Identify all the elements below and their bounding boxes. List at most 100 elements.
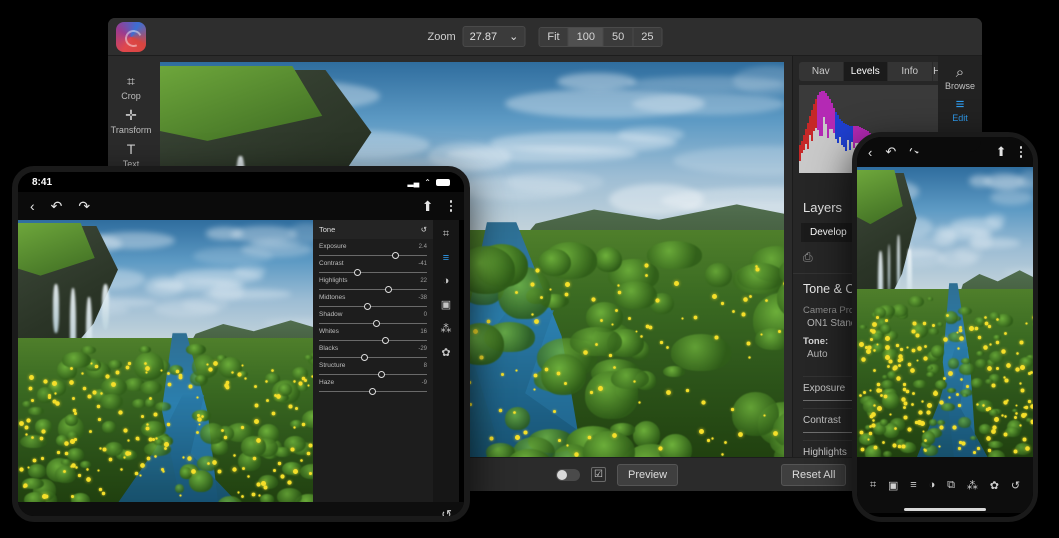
photo-element bbox=[1005, 427, 1020, 437]
photo-element bbox=[748, 355, 751, 359]
reset-icon[interactable]: ↺ bbox=[441, 507, 452, 516]
preview-toggle[interactable] bbox=[556, 468, 580, 481]
slider-knob[interactable] bbox=[361, 353, 369, 361]
share-icon[interactable]: ⬆ bbox=[996, 144, 1007, 160]
crop-icon[interactable]: ⌗ bbox=[443, 228, 449, 241]
slider-label: Midtones bbox=[319, 294, 346, 301]
tablet-photo[interactable] bbox=[18, 220, 313, 502]
photo-element bbox=[975, 359, 987, 369]
tablet-body: Tone ↺ Exposure 2.4 Contrast -41 Highlig… bbox=[18, 220, 464, 502]
slider-knob[interactable] bbox=[381, 336, 389, 344]
tablet-slider-haze[interactable]: Haze -9 bbox=[313, 375, 433, 395]
undo-icon[interactable]: ↶ bbox=[51, 198, 63, 215]
tab-info[interactable]: Info bbox=[888, 62, 933, 81]
redo-icon[interactable]: ↷ bbox=[78, 198, 90, 215]
tab-develop[interactable]: Develop bbox=[801, 223, 857, 242]
sliders-icon[interactable]: ≡ bbox=[910, 479, 916, 491]
tab-nav[interactable]: Nav bbox=[799, 62, 844, 81]
photo-element bbox=[175, 483, 185, 493]
kebab-menu-icon[interactable] bbox=[1019, 146, 1022, 158]
slider-knob[interactable] bbox=[353, 268, 361, 276]
camera-icon[interactable]: ▣ bbox=[441, 298, 451, 311]
photo-element bbox=[884, 394, 888, 398]
layers-icon[interactable]: ⧉ bbox=[947, 479, 955, 492]
gear-icon[interactable]: ✿ bbox=[990, 479, 999, 492]
slider-track[interactable] bbox=[319, 285, 427, 293]
photo-element bbox=[884, 344, 890, 350]
photo-element bbox=[506, 171, 604, 193]
tablet-slider-shadow[interactable]: Shadow 0 bbox=[313, 307, 433, 327]
back-icon[interactable]: ‹ bbox=[868, 145, 872, 160]
photo-element bbox=[88, 430, 92, 433]
photo-element bbox=[260, 493, 275, 502]
home-indicator bbox=[904, 508, 986, 511]
contrast-icon[interactable]: ◑ bbox=[443, 275, 450, 287]
tablet-slider-exposure[interactable]: Exposure 2.4 bbox=[313, 239, 433, 259]
edit-button[interactable]: ≡ Edit bbox=[952, 96, 968, 123]
crop-icon[interactable]: ⌗ bbox=[870, 479, 876, 492]
tool-transform[interactable]: ✛ Transform bbox=[108, 106, 154, 137]
gear-icon[interactable]: ✿ bbox=[441, 346, 450, 359]
photo-element bbox=[28, 386, 33, 391]
checkbox-checked-icon[interactable]: ☑ bbox=[591, 467, 606, 482]
retouch-icon[interactable]: ⁂ bbox=[441, 322, 452, 335]
slider-track[interactable] bbox=[319, 387, 427, 395]
photo-element bbox=[976, 447, 980, 451]
photo-element bbox=[86, 468, 89, 471]
photo-element bbox=[208, 367, 213, 372]
tablet-slider-structure[interactable]: Structure 8 bbox=[313, 358, 433, 378]
photo-element bbox=[736, 262, 784, 290]
slider-track[interactable] bbox=[319, 319, 427, 327]
slider-track[interactable] bbox=[319, 251, 427, 259]
photo-element bbox=[533, 319, 539, 324]
photo-element bbox=[64, 441, 69, 446]
contrast-icon[interactable]: ◑ bbox=[929, 479, 936, 491]
photo-element bbox=[167, 382, 172, 386]
reset-icon[interactable]: ↺ bbox=[1011, 479, 1020, 492]
slider-knob[interactable] bbox=[364, 302, 372, 310]
slider-knob[interactable] bbox=[368, 387, 376, 395]
slider-knob[interactable] bbox=[373, 319, 380, 327]
photo-element bbox=[927, 402, 933, 408]
tablet-slider-blacks[interactable]: Blacks -29 bbox=[313, 341, 433, 361]
photo-element bbox=[948, 371, 954, 376]
auto-icon[interactable]: ▣ bbox=[888, 479, 898, 492]
zoom-100-button[interactable]: 100 bbox=[568, 27, 604, 46]
tablet-slider-contrast[interactable]: Contrast -41 bbox=[313, 256, 433, 276]
photo-element bbox=[995, 318, 999, 321]
tablet-slider-midtones[interactable]: Midtones -38 bbox=[313, 290, 433, 310]
slider-track[interactable] bbox=[319, 336, 427, 344]
phone-photo[interactable] bbox=[857, 167, 1033, 457]
photo-element bbox=[755, 267, 760, 272]
reset-all-button[interactable]: Reset All bbox=[781, 463, 847, 486]
tab-levels[interactable]: Levels bbox=[843, 62, 888, 81]
slider-knob[interactable] bbox=[392, 251, 400, 259]
slider-track[interactable] bbox=[319, 302, 427, 310]
slider-track[interactable] bbox=[319, 370, 427, 378]
zoom-25-button[interactable]: 25 bbox=[633, 27, 662, 46]
photo-element bbox=[720, 301, 724, 305]
zoom-fit-button[interactable]: Fit bbox=[539, 27, 569, 46]
photo-element bbox=[19, 421, 24, 426]
slider-knob[interactable] bbox=[378, 370, 386, 378]
photo-element bbox=[237, 371, 242, 377]
reset-icon[interactable]: ↺ bbox=[421, 225, 427, 234]
slider-knob[interactable] bbox=[384, 285, 392, 293]
slider-track[interactable] bbox=[319, 268, 427, 276]
preview-button[interactable]: Preview bbox=[617, 463, 679, 486]
share-icon[interactable]: ⬆ bbox=[422, 198, 434, 215]
undo-icon[interactable]: ↶ bbox=[885, 144, 896, 160]
retouch-icon[interactable]: ⁂ bbox=[967, 479, 978, 492]
back-icon[interactable]: ‹ bbox=[30, 198, 35, 214]
tool-crop[interactable]: ⌗ Crop bbox=[108, 72, 154, 103]
slider-track[interactable] bbox=[319, 353, 427, 361]
zoom-50-button[interactable]: 50 bbox=[603, 27, 634, 46]
tablet-slider-highlights[interactable]: Highlights 22 bbox=[313, 273, 433, 293]
edit-sliders-icon[interactable]: ≡ bbox=[443, 252, 449, 264]
photo-element bbox=[990, 429, 996, 435]
kebab-menu-icon[interactable] bbox=[449, 200, 452, 212]
zoom-select[interactable]: 27.87 ⌄ bbox=[462, 26, 526, 47]
tablet-slider-whites[interactable]: Whites 16 bbox=[313, 324, 433, 344]
browse-button[interactable]: ⌕ Browse bbox=[945, 64, 975, 91]
photo-element bbox=[1000, 414, 1004, 417]
